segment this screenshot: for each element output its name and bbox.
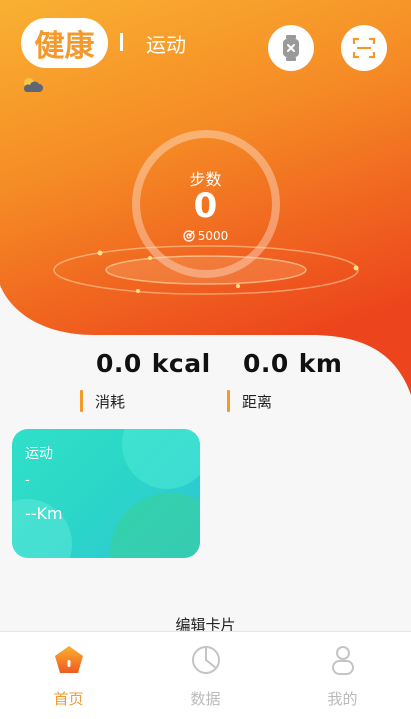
goal-target-icon [183,230,195,242]
steps-value: 0 [193,186,218,226]
calories-label-text: 消耗 [95,392,126,411]
sport-card-title: 运动 [25,446,53,462]
tab-divider [120,33,123,51]
tab-sport[interactable]: 运动 [146,29,186,58]
steps-goal-value: 5000 [197,229,229,243]
nav-data-label: 数据 [190,690,221,708]
sport-card-subtitle: - [25,473,30,488]
home-pentagon-icon [54,646,83,673]
nav-profile[interactable]: 我的 [274,632,411,719]
nav-profile-label: 我的 [327,690,358,708]
distance-value: 0.0 [243,349,289,378]
calories-label-marker [80,390,83,412]
distance-unit: km [298,349,343,378]
calories-value: 0.0 [96,349,142,378]
distance-label-marker [227,390,230,412]
data-pie-icon [191,646,220,674]
distance-stat: 0.0 km [243,349,342,378]
sport-card-distance: --Km [25,504,63,523]
scan-button[interactable] [341,25,387,71]
profile-icon [331,646,354,675]
tab-health[interactable]: 健康 [21,18,108,68]
calories-unit: kcal [151,349,211,378]
scan-icon [352,37,376,59]
watch-disconnected-button[interactable] [268,25,314,71]
nav-home[interactable]: 首页 [0,632,137,719]
bottom-nav: 首页 数据 我的 [0,631,411,719]
watch-off-icon [283,35,299,61]
nav-data[interactable]: 数据 [137,632,274,719]
steps-goal: 5000 [0,229,411,243]
weather-indicator[interactable] [20,76,44,98]
distance-label: 距离 [227,390,272,412]
partly-cloudy-icon [23,78,43,92]
tab-health-label: 健康 [34,29,95,64]
distance-label-text: 距离 [242,392,273,411]
nav-home-label: 首页 [53,690,84,708]
sport-card[interactable]: 运动 - --Km [12,429,200,558]
calories-label: 消耗 [80,390,125,412]
calories-stat: 0.0 kcal [96,349,211,378]
